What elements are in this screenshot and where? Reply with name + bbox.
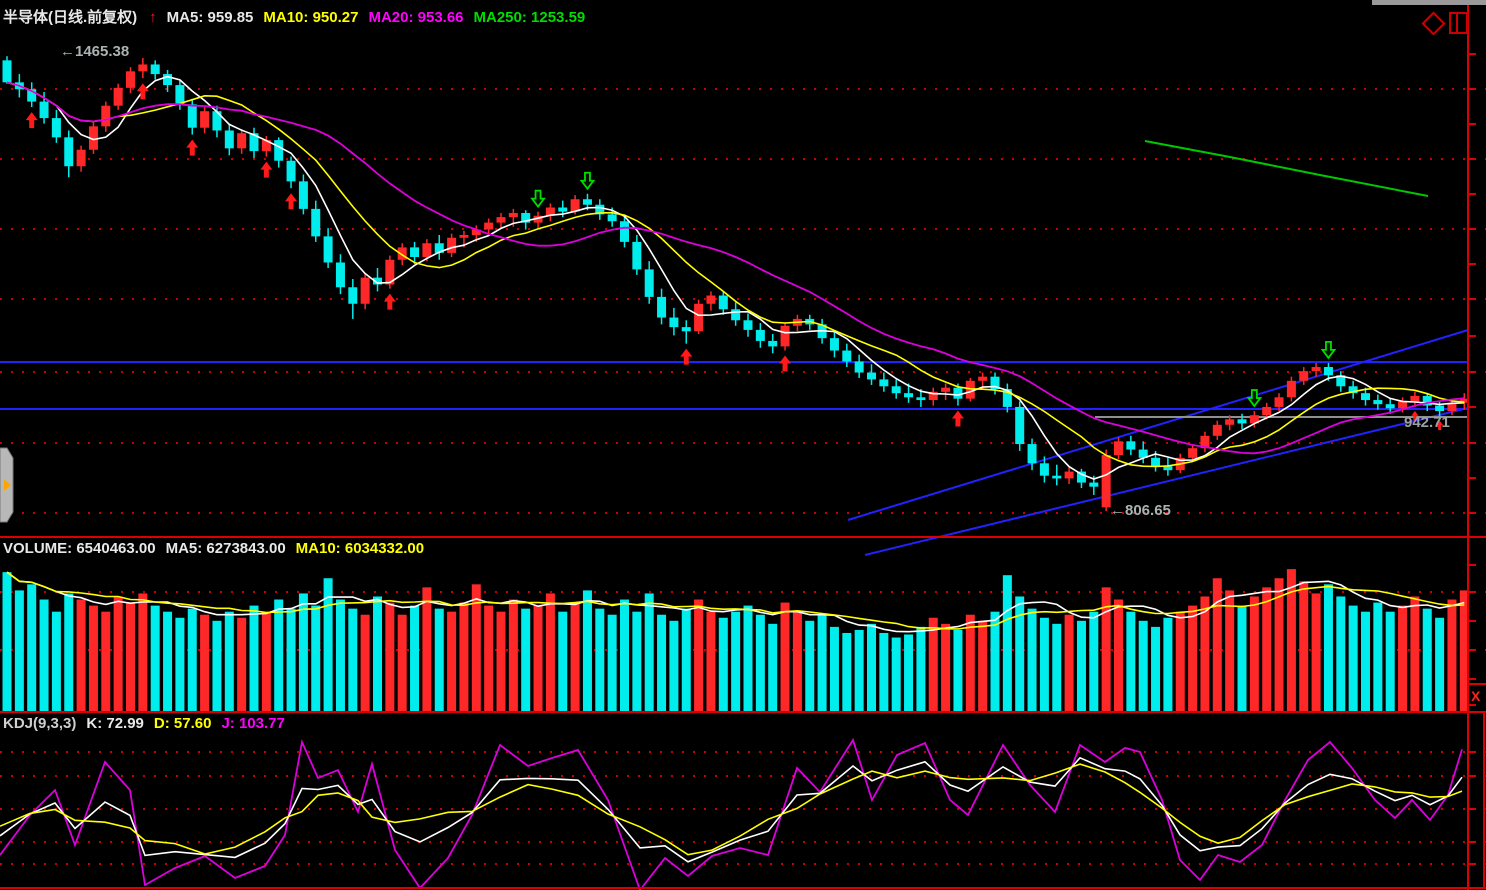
kdj-j-line	[0, 737, 1463, 890]
current-price-label: 942.71	[1404, 414, 1450, 431]
volume-bars	[2, 569, 1469, 712]
volume-ma5-value: MA5: 6273843.00	[165, 540, 286, 557]
ma5-value: MA5: 959.85	[166, 9, 254, 26]
ma250-value: MA250: 1253.59	[473, 9, 586, 26]
ma10-value: MA10: 950.27	[263, 9, 359, 26]
kdj-d-line	[0, 763, 1463, 856]
diamond-icon[interactable]	[1421, 11, 1446, 36]
instrument-title: 半导体(日线.前复权)	[3, 9, 138, 26]
kdj-d-value: D: 57.60	[153, 715, 212, 732]
top-scroll-strip	[1372, 0, 1486, 5]
kdj-j-value: J: 103.77	[221, 715, 285, 732]
kdj-header: KDJ(9,3,3) K: 72.99 D: 57.60 J: 103.77	[3, 715, 295, 732]
grid-lines	[0, 88, 1486, 865]
ma20-value: MA20: 953.66	[368, 9, 464, 26]
kdj-indicator-name: KDJ(9,3,3)	[3, 715, 77, 732]
volume-value: VOLUME: 6540463.00	[3, 540, 156, 557]
price-up-arrow-icon: ↑	[149, 9, 157, 26]
split-window-icon[interactable]	[1449, 12, 1468, 34]
header-icons	[1421, 11, 1468, 36]
low-price-label: ←806.65	[1110, 502, 1171, 519]
volume-header: VOLUME: 6540463.00 MA5: 6273843.00 MA10: 6…	[3, 540, 434, 557]
left-panel-expander[interactable]	[0, 446, 20, 526]
close-indicator-button[interactable]: X	[1471, 688, 1480, 704]
main-chart-header: 半导体(日线.前复权) ↑ MA5: 959.85 MA10: 950.27 MA20:…	[3, 6, 595, 27]
volume-ma10-value: MA10: 6034332.00	[295, 540, 425, 557]
kdj-k-value: K: 72.99	[86, 715, 144, 732]
high-price-label: ←1465.38	[60, 43, 130, 60]
chart-canvas[interactable]	[0, 0, 1486, 890]
ma250-line	[1144, 140, 1429, 197]
stock-chart-window: 半导体(日线.前复权) ↑ MA5: 959.85 MA10: 950.27 MA20:…	[0, 0, 1486, 890]
kdj-k-line	[0, 756, 1463, 863]
frame	[0, 0, 1486, 890]
